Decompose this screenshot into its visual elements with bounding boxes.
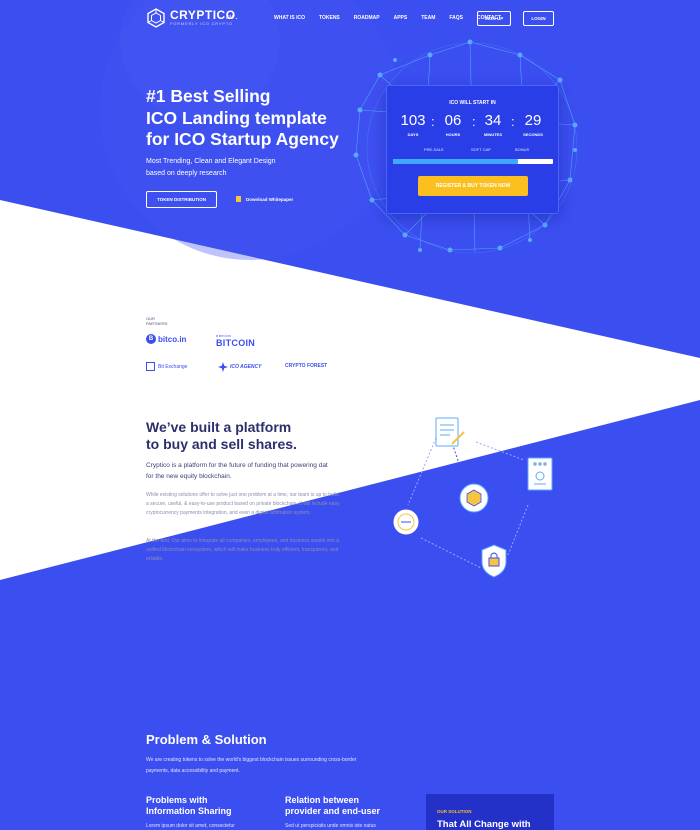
token-distribution-button[interactable]: TOKEN DISTRIBUTION (146, 191, 217, 208)
solution-card: OUR SOLUTION That All Change with (426, 794, 554, 830)
partner-bitcoin-in[interactable]: B bitco.in (146, 334, 186, 344)
seconds-label: SECONDS (523, 132, 543, 137)
minutes-label: MINUTES (484, 132, 502, 137)
problem-solution-title: Problem & Solution (146, 732, 267, 747)
hero-title-line-1: #1 Best Selling (146, 86, 271, 106)
countdown-seconds: 29 SECONDS (518, 112, 548, 137)
logo-cube-icon (147, 8, 165, 28)
whitepaper-label: Download Whitepaper (246, 196, 294, 202)
contract-document-icon (435, 417, 465, 447)
platform-paragraph-1: While existing solutions offer to solve … (146, 492, 340, 516)
nav-item-tokens[interactable]: TOKENS (319, 15, 340, 21)
id-card-icon (527, 457, 553, 491)
exchange-icon (392, 508, 420, 536)
hero-subtitle-line-1: Most Trending, Clean and Elegant Design (146, 158, 276, 165)
milestone-bonus: BONUS (515, 147, 530, 152)
hero-subtitle: Most Trending, Clean and Elegant Design … (146, 156, 316, 180)
countdown-minutes: 34 MINUTES (478, 112, 508, 137)
problem-column-2-text: Sed ut perspiciatis unde omnis iste natu… (285, 823, 376, 829)
hero-title: #1 Best Selling ICO Landing template for… (146, 86, 386, 151)
signup-button[interactable]: SIGN UP (477, 11, 511, 26)
problem-column-2-title: Relation between provider and end-user (285, 795, 381, 816)
security-lock-icon (481, 544, 507, 578)
bit-exchange-icon (146, 362, 155, 371)
milestone-softcap: SOFT CAP (471, 147, 491, 152)
nav-item-what-is-ico[interactable]: WHAT IS ICO (274, 15, 305, 21)
nav-item-team[interactable]: TEAM (421, 15, 435, 21)
partner-bit-exchange-name: Bit Exchange (158, 363, 188, 370)
bitcoin-icon: B (146, 334, 156, 344)
platform-title: We’ve built a platform to buy and sell s… (146, 419, 346, 453)
hours-value: 06 (444, 112, 462, 129)
days-value: 103 (400, 112, 426, 129)
platform-lead: Cryptico is a platform for the future of… (146, 462, 328, 480)
countdown-days: 103 DAYS (398, 112, 428, 137)
partner-bit-exchange[interactable]: Bit Exchange (146, 362, 187, 371)
colon-separator: : (472, 114, 476, 129)
download-whitepaper-link[interactable]: Download Whitepaper (236, 196, 293, 202)
logo-tagline: FORMERLY ICO CRYPTO (170, 21, 233, 26)
partner-ico-agency[interactable]: ICO AGENCY (218, 362, 261, 372)
platform-paragraph-2: At the end, Our aims to integrate all co… (146, 538, 339, 562)
ico-progress-fill (393, 159, 518, 164)
hero-title-line-3: for ICO Startup Agency (146, 129, 339, 149)
nav-item-roadmap[interactable]: ROADMAP (354, 15, 380, 21)
days-label: DAYS (407, 132, 419, 137)
partners-label: OUR PARTNERS (146, 316, 186, 326)
platform-diagram (392, 417, 553, 578)
solution-title: That All Change with (437, 819, 531, 830)
partner-ico-agency-name: ICO AGENCY (230, 364, 262, 370)
logo[interactable]: CRYPTICO FORMERLY ICO CRYPTO (146, 8, 236, 28)
colon-separator: : (511, 114, 515, 129)
problem-column-1-title: Problems with Information Sharing (146, 795, 232, 816)
minutes-value: 34 (484, 112, 502, 129)
partner-crypto-forest[interactable]: CRYPTO FOREST (285, 363, 327, 369)
problem-solution-subtitle: We are creating tokens to solve the worl… (146, 757, 357, 774)
platform-title-line-2: to buy and sell shares. (146, 436, 297, 452)
solution-label: OUR SOLUTION (437, 809, 472, 814)
hero-subtitle-line-2: based on deeply research (146, 170, 227, 177)
countdown-hours: 06 HOURS (438, 112, 468, 137)
ico-progress-bar (393, 159, 553, 164)
ico-agency-star-icon (218, 362, 228, 372)
seconds-value: 29 (524, 112, 542, 129)
ico-heading: ICO WILL START IN (449, 100, 496, 106)
document-icon (236, 196, 241, 202)
site-header: CRYPTICO FORMERLY ICO CRYPTO EN ⌄ WHAT I… (0, 0, 700, 40)
hours-label: HOURS (445, 132, 461, 137)
nav-item-apps[interactable]: APPS (394, 15, 408, 21)
login-button[interactable]: LOGIN (523, 11, 554, 26)
partner-bitcoin[interactable]: B BITCOIN BITCOIN (216, 334, 255, 348)
partner-bitcoin-name: BITCOIN (216, 338, 256, 348)
hero-title-line-2: ICO Landing template (146, 107, 327, 128)
colon-separator: : (431, 114, 435, 129)
nav-item-faqs[interactable]: FAQS (449, 15, 463, 21)
ico-countdown-card: ICO WILL START IN 103 DAYS : 06 HOURS : … (386, 85, 559, 214)
register-buy-token-button[interactable]: REGISTER & BUY TOKEN NOW (418, 176, 528, 196)
language-selector[interactable]: EN ⌄ (226, 15, 239, 21)
cube-node-icon (451, 475, 497, 521)
partners-label-line-2: PARTNERS (146, 321, 168, 326)
problem-column-1-text: Lorem ipsum dolor sit amet, consectetur (146, 823, 235, 829)
milestone-presale: PRE-SALE (424, 147, 444, 152)
partner-bitcoin-in-name: bitco.in (158, 334, 187, 344)
platform-title-line-1: We’ve built a platform (146, 419, 292, 435)
